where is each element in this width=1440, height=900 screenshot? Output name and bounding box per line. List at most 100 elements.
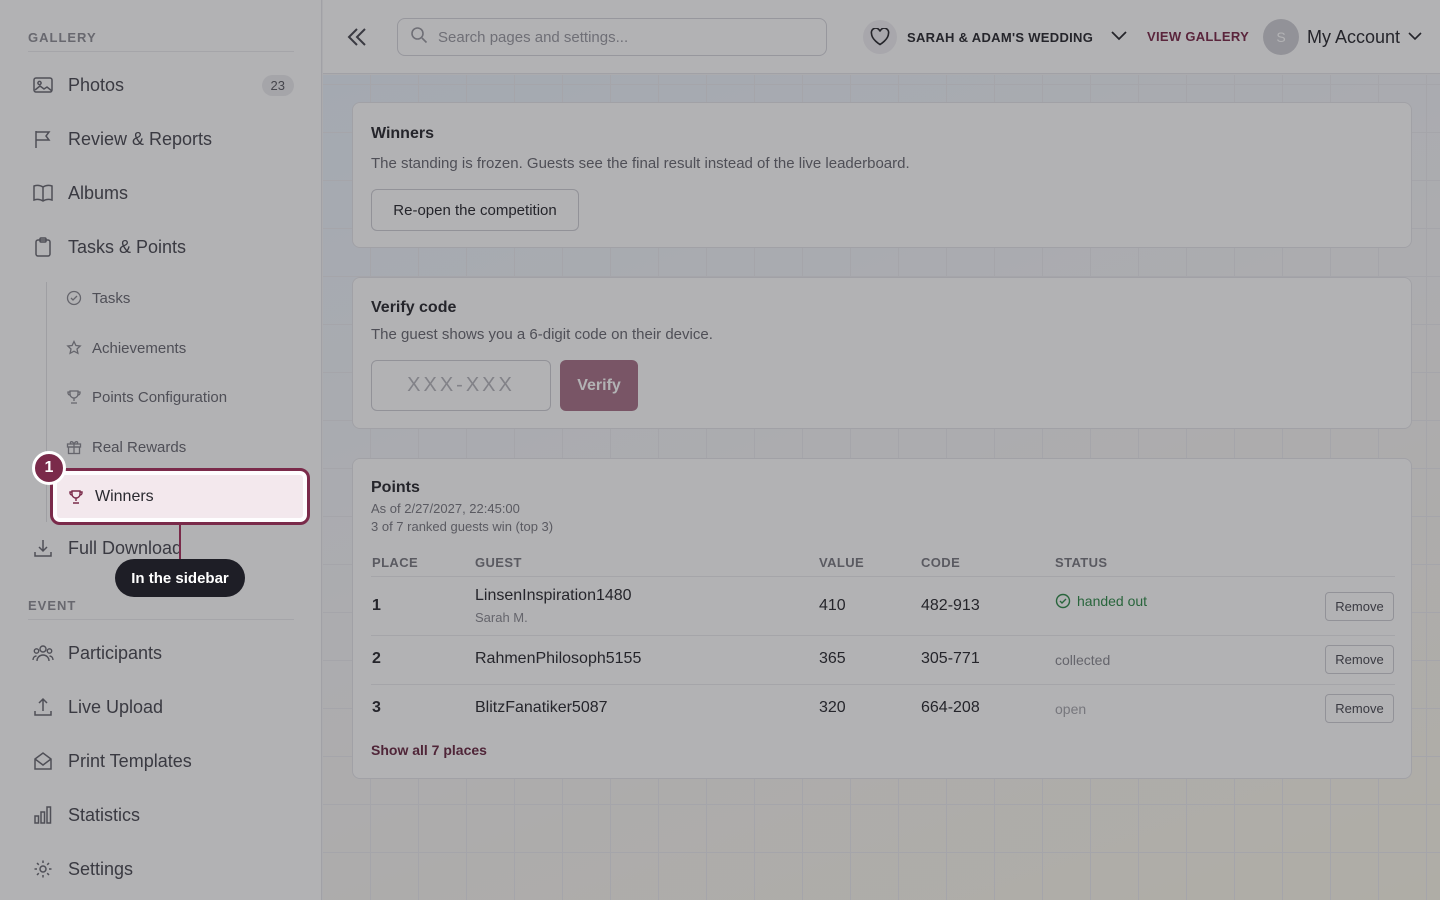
collapse-sidebar-icon[interactable] [345,24,369,50]
account-name: My Account [1307,26,1401,47]
sidebar-item-label: Participants [68,642,163,663]
topbar: SARAH & ADAM'S WEDDING VIEW GALLERY S My… [323,0,1440,74]
row-place: 3 [372,699,381,716]
row-value: 410 [819,597,846,614]
event-section-label: EVENT [28,598,77,613]
trophy-icon [67,488,85,506]
row-guest-name: Sarah M. [475,610,528,625]
sidebar-subitem-label: Real Rewards [92,438,187,456]
reopen-competition-button[interactable]: Re-open the competition [371,189,579,231]
upload-icon [32,696,54,718]
column-header-place: PLACE [372,555,419,570]
sidebar-item-label: Review & Reports [68,128,213,149]
row-status-label: handed out [1077,593,1148,609]
sidebar-item-review-reports[interactable]: Review & Reports [32,121,294,157]
check-circle-icon [66,290,82,306]
sidebar-item-tasks-points[interactable]: Tasks & Points [32,229,294,265]
gallery-section-label: GALLERY [28,30,97,45]
sidebar-item-label: Live Upload [68,696,164,717]
trophy-icon [66,389,82,405]
section-divider [28,51,294,52]
flag-icon [32,128,54,150]
sidebar-item-label: Full Download [68,537,183,558]
verify-card-title: Verify code [371,299,457,316]
search-input[interactable] [438,28,798,46]
verify-code-card: Verify code The guest shows you a 6-digi… [352,277,1412,429]
event-name: SARAH & ADAM'S WEDDING [907,29,1094,45]
mail-icon [32,750,54,772]
sidebar-subitem-real-rewards[interactable]: Real Rewards [66,432,296,462]
row-place: 1 [372,597,381,614]
check-circle-icon [1055,593,1071,609]
row-code: 482-913 [921,597,980,614]
winners-card: Winners The standing is frozen. Guests s… [352,102,1412,248]
sidebar-subitem-points-configuration[interactable]: Points Configuration [66,382,296,412]
sidebar-subitem-achievements[interactable]: Achievements [66,333,296,363]
sidebar-subitem-winners[interactable]: Winners [50,468,310,525]
points-timestamp: As of 2/27/2027, 22:45:00 [371,501,520,516]
row-status: open [1055,701,1087,717]
image-icon [32,74,54,96]
tour-step-badge: 1 [32,451,66,485]
row-guest: LinsenInspiration1480 [475,587,632,604]
chevron-down-icon [1111,28,1127,46]
row-value: 365 [819,650,846,667]
download-icon [32,537,54,559]
row-value: 320 [819,699,846,716]
sidebar-item-label: Albums [68,182,129,203]
row-guest: BlitzFanatiker5087 [475,699,608,716]
code-input[interactable] [371,360,551,411]
row-guest: RahmenPhilosoph5155 [475,650,642,667]
users-icon [32,642,54,664]
book-icon [32,182,54,204]
remove-button[interactable]: Remove [1325,694,1394,723]
clipboard-icon [32,236,54,258]
sidebar-subitem-label: Achievements [92,339,187,357]
column-header-value: VALUE [819,555,865,570]
chevron-down-icon [1408,28,1422,46]
row-status: collected [1055,652,1111,668]
table-row: 3 BlitzFanatiker5087 320 664-208 open Re… [353,685,1413,733]
sidebar-item-print-templates[interactable]: Print Templates [32,743,294,779]
sidebar-item-statistics[interactable]: Statistics [32,797,294,833]
sidebar-item-photos[interactable]: Photos 23 [32,67,294,103]
verify-card-description: The guest shows you a 6-digit code on th… [371,326,713,343]
column-header-guest: GUEST [475,555,522,570]
avatar: S [1263,19,1299,55]
sidebar-item-label: Settings [68,858,134,879]
remove-button[interactable]: Remove [1325,645,1394,674]
sidebar-subitem-label: Points Configuration [92,388,228,406]
account-menu[interactable]: S My Account [1263,19,1422,55]
sidebar: GALLERY Photos 23 Review & Reports Album… [0,0,322,900]
winners-card-title: Winners [371,125,434,142]
submenu-rail [46,282,47,522]
sidebar-subitem-tasks[interactable]: Tasks [66,283,296,313]
tooltip-connector [179,525,181,561]
gear-icon [32,858,54,880]
sidebar-item-participants[interactable]: Participants [32,635,294,671]
verify-button[interactable]: Verify [560,360,638,411]
sidebar-subitem-label: Tasks [92,289,131,307]
sidebar-item-settings[interactable]: Settings [32,851,294,887]
sidebar-item-albums[interactable]: Albums [32,175,294,211]
table-row: 2 RahmenPhilosoph5155 365 305-771 collec… [353,636,1413,685]
view-gallery-link[interactable]: VIEW GALLERY [1147,29,1249,44]
row-code: 305-771 [921,650,980,667]
gift-icon [66,439,82,455]
search-box[interactable] [397,18,827,56]
sidebar-item-live-upload[interactable]: Live Upload [32,689,294,725]
bar-chart-icon [32,804,54,826]
remove-button[interactable]: Remove [1325,592,1394,621]
heart-icon [863,20,897,54]
show-all-places-link[interactable]: Show all 7 places [371,742,487,758]
points-summary: 3 of 7 ranked guests win (top 3) [371,519,554,534]
sidebar-item-label: Photos [68,74,125,95]
event-selector[interactable]: SARAH & ADAM'S WEDDING [863,20,1127,54]
photo-count-badge: 23 [261,74,294,96]
star-icon [66,340,82,356]
section-divider [28,619,294,620]
sidebar-item-label: Statistics [68,804,141,825]
search-icon [410,26,428,49]
column-header-status: STATUS [1055,555,1108,570]
tour-tooltip: In the sidebar [115,559,245,597]
